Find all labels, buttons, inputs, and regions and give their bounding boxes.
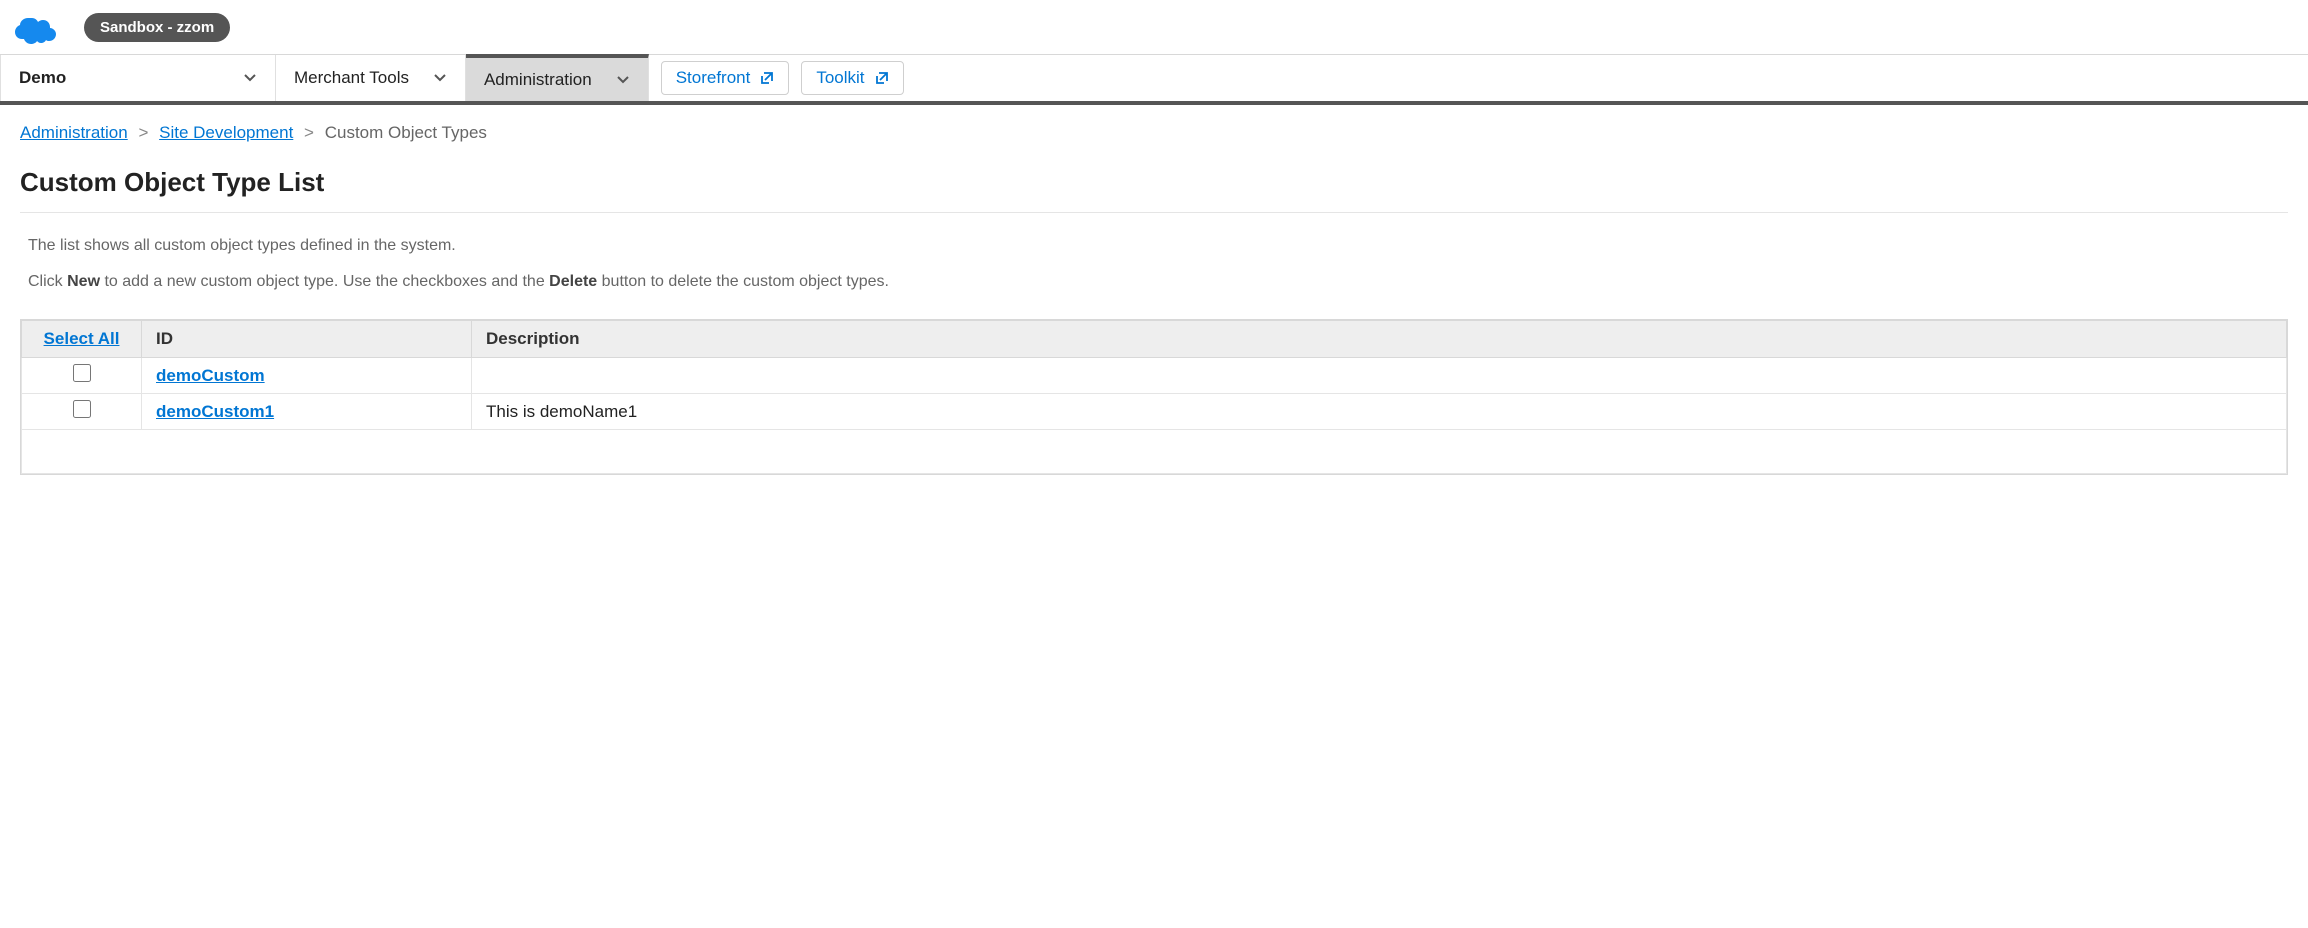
- row-description: This is demoName1: [472, 394, 2287, 430]
- object-id-link[interactable]: demoCustom: [156, 366, 265, 385]
- nav-bar: Demo Merchant Tools Administration Store…: [0, 54, 2308, 105]
- help-text-2: Click New to add a new custom object typ…: [20, 273, 2288, 291]
- table-row: demoCustom1 This is demoName1: [22, 394, 2287, 430]
- breadcrumb-separator: >: [138, 123, 148, 142]
- breadcrumb: Administration > Site Development > Cust…: [20, 123, 2288, 143]
- nav-storefront-label: Storefront: [676, 68, 751, 88]
- breadcrumb-administration[interactable]: Administration: [20, 123, 128, 142]
- nav-merchant-tools-label: Merchant Tools: [294, 68, 409, 88]
- top-bar: Sandbox - zzom: [0, 0, 2308, 54]
- nav-toolkit-button[interactable]: Toolkit: [801, 61, 903, 95]
- row-checkbox[interactable]: [73, 400, 91, 418]
- chevron-down-icon: [243, 71, 257, 85]
- external-link-icon: [760, 71, 774, 85]
- external-link-icon: [875, 71, 889, 85]
- select-all-link[interactable]: Select All: [44, 329, 120, 348]
- nav-toolkit-label: Toolkit: [816, 68, 864, 88]
- table-row: demoCustom: [22, 358, 2287, 394]
- nav-storefront-button[interactable]: Storefront: [661, 61, 790, 95]
- object-id-link[interactable]: demoCustom1: [156, 402, 274, 421]
- chevron-down-icon: [433, 71, 447, 85]
- salesforce-logo-icon: [12, 8, 68, 46]
- page-title: Custom Object Type List: [20, 167, 2288, 213]
- chevron-down-icon: [616, 73, 630, 87]
- breadcrumb-separator: >: [304, 123, 314, 142]
- site-selector[interactable]: Demo: [0, 55, 276, 101]
- nav-administration-label: Administration: [484, 70, 592, 90]
- nav-administration[interactable]: Administration: [466, 54, 649, 101]
- breadcrumb-site-development[interactable]: Site Development: [159, 123, 293, 142]
- row-checkbox[interactable]: [73, 364, 91, 382]
- row-description: [472, 358, 2287, 394]
- site-selector-label: Demo: [19, 68, 66, 88]
- column-header-description: Description: [472, 321, 2287, 358]
- breadcrumb-current: Custom Object Types: [325, 123, 487, 142]
- sandbox-badge: Sandbox - zzom: [84, 13, 230, 42]
- content-area: Administration > Site Development > Cust…: [0, 105, 2308, 493]
- select-all-header: Select All: [22, 321, 142, 358]
- custom-object-table: Select All ID Description demoCustom dem…: [20, 319, 2288, 475]
- help-text-1: The list shows all custom object types d…: [20, 237, 2288, 255]
- empty-footer-row: [22, 430, 2287, 474]
- column-header-id: ID: [142, 321, 472, 358]
- nav-merchant-tools[interactable]: Merchant Tools: [276, 55, 466, 101]
